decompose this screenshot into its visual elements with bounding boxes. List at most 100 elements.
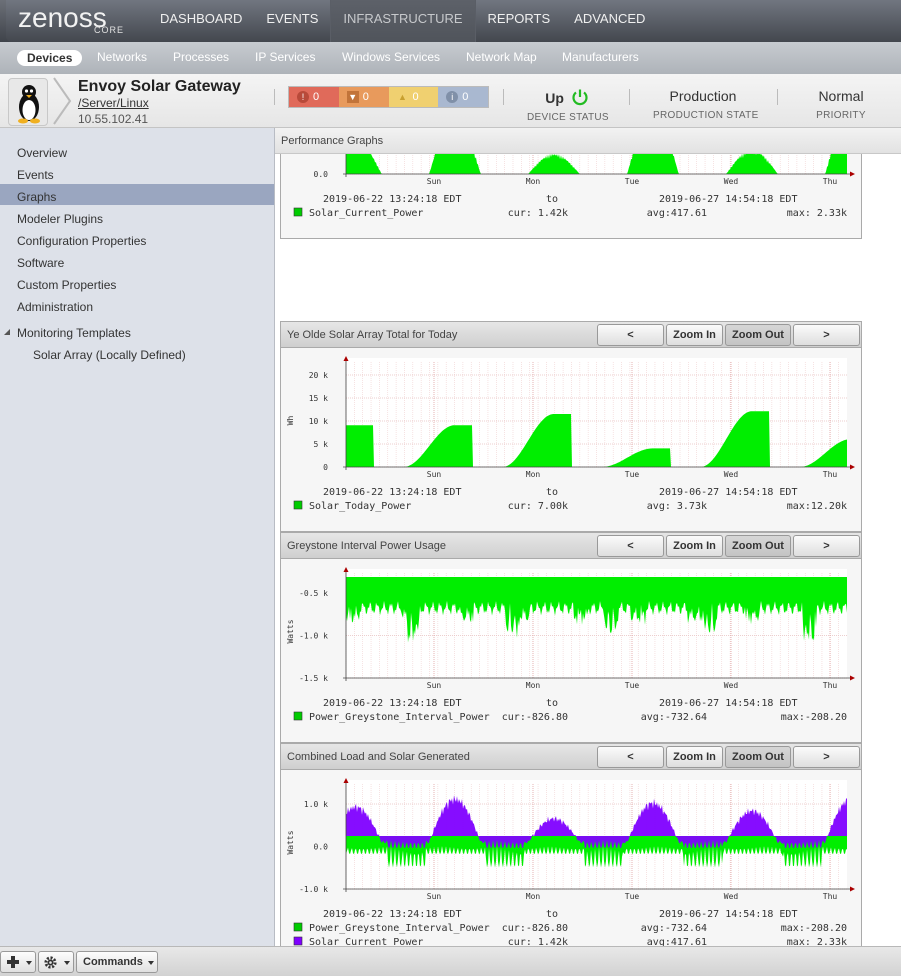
x-tick-label: Sun (427, 470, 442, 479)
range-to: 2019-06-27 14:54:18 EDT (659, 194, 797, 205)
sidebar-item-monitoring-templates[interactable]: Monitoring Templates (17, 326, 131, 340)
nav-reports[interactable]: REPORTS (476, 0, 563, 42)
graph-title: Ye Olde Solar Array Total for Today (287, 329, 458, 341)
commands-button[interactable]: Commands (76, 951, 158, 973)
nav-events[interactable]: EVENTS (254, 0, 330, 42)
zoom-out-button[interactable]: Zoom Out (725, 324, 791, 346)
legend-max: max:12.20k (787, 501, 847, 512)
range-to: 2019-06-27 14:54:18 EDT (659, 487, 797, 498)
sidebar-item-overview[interactable]: Overview (17, 146, 67, 160)
sidebar-item-software[interactable]: Software (17, 256, 64, 270)
sidebar-item-template-solar-array[interactable]: Solar Array (Locally Defined) (33, 348, 186, 362)
sidebar-item-custom-properties[interactable]: Custom Properties (17, 278, 116, 292)
event-info[interactable]: i0 (438, 87, 488, 107)
zoom-out-button[interactable]: Zoom Out (725, 535, 791, 557)
sidebar-item-modeler-plugins[interactable]: Modeler Plugins (17, 212, 103, 226)
device-ip: 10.55.102.41 (78, 112, 149, 126)
production-state: Production PRODUCTION STATE (653, 88, 758, 121)
info-icon: i (446, 91, 459, 103)
graph-prev-button[interactable]: < (597, 324, 664, 346)
event-rainbow[interactable]: ! 0 ▼ 0 ▲ 0 i0 (288, 86, 489, 108)
linux-penguin-icon (8, 78, 48, 126)
x-tick-label: Sun (427, 681, 442, 690)
x-tick-label: Mon (526, 681, 541, 690)
production-state-value: Production (669, 88, 737, 104)
power-on-icon (572, 89, 588, 106)
sidebar: Overview Events Graphs Modeler Plugins C… (0, 128, 275, 948)
add-device-button[interactable] (0, 951, 36, 973)
nav-advanced[interactable]: ADVANCED (562, 0, 657, 42)
legend-max: max: 2.33k (787, 208, 847, 219)
sidebar-item-events[interactable]: Events (17, 168, 54, 182)
graph-next-button[interactable]: > (793, 324, 860, 346)
device-header: Envoy Solar Gateway /Server/Linux 10.55.… (0, 74, 901, 128)
graph-panel: Greystone Interval Power Usage < Zoom In Zo… (280, 532, 862, 743)
graph-image[interactable]: 20 k 15 k 10 k 5 k 0 Sun Mon Tue Wed Thu Wh 2019-06… (281, 348, 861, 531)
y-tick-label: 0.0 (314, 170, 329, 179)
range-to: 2019-06-27 14:54:18 EDT (659, 698, 797, 709)
sidebar-item-configuration-properties[interactable]: Configuration Properties (17, 234, 146, 248)
x-tick-label: Mon (526, 177, 541, 186)
dropdown-arrow-icon (26, 961, 32, 965)
subnav-network-map[interactable]: Network Map (466, 50, 537, 64)
sidebar-item-administration[interactable]: Administration (17, 300, 93, 314)
x-tick-label: Wed (724, 470, 739, 479)
logo-edition: CORE (94, 25, 125, 35)
nav-dashboard[interactable]: DASHBOARD (148, 0, 254, 42)
y-tick-label: -1.5 k (299, 674, 328, 683)
subnav-devices[interactable]: Devices (17, 50, 83, 66)
event-critical[interactable]: ! 0 (289, 87, 339, 107)
y-axis-label: Wh (286, 416, 295, 426)
device-status-value: Up (545, 90, 564, 106)
bottom-toolbar: Commands (0, 946, 901, 976)
graph-prev-button[interactable]: < (597, 746, 664, 768)
y-tick-label: 10 k (309, 417, 328, 426)
y-tick-label: 1.0 k (304, 800, 328, 809)
subnav-networks[interactable]: Networks (97, 50, 147, 64)
subnav-windows-services[interactable]: Windows Services (342, 50, 440, 64)
zoom-in-button[interactable]: Zoom In (666, 746, 723, 768)
event-critical-count: 0 (313, 91, 320, 103)
range-from: 2019-06-22 13:24:18 EDT (323, 698, 461, 709)
error-icon: ▼ (346, 91, 359, 103)
range-to-word: to (546, 487, 558, 498)
breadcrumb-chevron-icon (53, 77, 72, 125)
zenoss-logo[interactable]: zenoss CORE (14, 2, 124, 38)
graph-prev-button[interactable]: < (597, 535, 664, 557)
graph-image[interactable]: 1.0 k 0.0 -1.0 k Sun Mon Tue Wed Thu Watts 2019-0… (281, 770, 861, 948)
legend-series-name: Solar_Today_Power (309, 501, 411, 512)
graphs-content: 2.0 k1.0 k0.0SunMonTueWedThuWatts2019-06… (275, 128, 901, 948)
legend-max: max:-208.20 (781, 712, 847, 723)
graph-panel-header: Combined Load and Solar Generated < Zoom I… (281, 744, 861, 770)
zoom-in-button[interactable]: Zoom In (666, 535, 723, 557)
x-tick-label: Tue (625, 177, 640, 186)
graph-image[interactable]: -0.5 k -1.0 k -1.5 k Sun Mon Tue Wed Thu Watts 20… (281, 559, 861, 742)
x-tick-label: Tue (625, 470, 640, 479)
range-from: 2019-06-22 13:24:18 EDT (323, 487, 461, 498)
sidebar-item-graphs[interactable]: Graphs (17, 190, 56, 204)
top-bar: zenoss CORE DASHBOARD EVENTS INFRASTRUCT… (0, 0, 901, 42)
device-class-link[interactable]: /Server/Linux (78, 96, 149, 110)
x-tick-label: Mon (526, 892, 541, 901)
legend-swatch (293, 711, 303, 721)
subnav-processes[interactable]: Processes (173, 50, 229, 64)
tree-collapse-icon[interactable] (3, 328, 11, 336)
graph-next-button[interactable]: > (793, 535, 860, 557)
y-tick-label: 0 (323, 463, 328, 472)
zoom-out-button[interactable]: Zoom Out (725, 746, 791, 768)
graph-title: Greystone Interval Power Usage (287, 540, 446, 552)
event-warning[interactable]: ▲ 0 (388, 87, 439, 107)
divider (274, 89, 275, 105)
y-tick-label: 20 k (309, 371, 328, 380)
y-tick-label: -0.5 k (299, 589, 328, 598)
range-to-word: to (546, 909, 558, 920)
nav-infrastructure[interactable]: INFRASTRUCTURE (330, 0, 476, 42)
event-error[interactable]: ▼ 0 (338, 87, 389, 107)
zoom-in-button[interactable]: Zoom In (666, 324, 723, 346)
subnav-ip-services[interactable]: IP Services (255, 50, 315, 64)
settings-button[interactable] (38, 951, 74, 973)
subnav-manufacturers[interactable]: Manufacturers (562, 50, 639, 64)
graph-panel: Ye Olde Solar Array Total for Today < Zoom… (280, 321, 862, 532)
graph-next-button[interactable]: > (793, 746, 860, 768)
divider (629, 89, 630, 105)
